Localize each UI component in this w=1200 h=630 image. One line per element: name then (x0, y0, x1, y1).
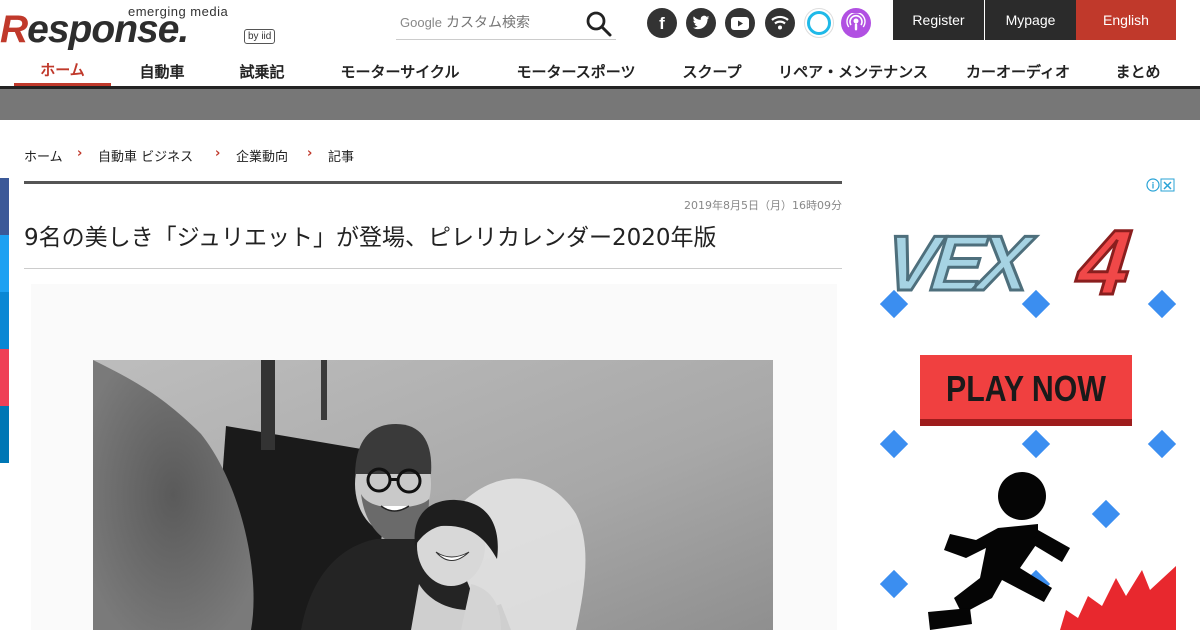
mypage-button[interactable]: Mypage (985, 0, 1076, 40)
article-date: 2019年8月5日（月）16時09分 (684, 199, 842, 212)
share-pocket-button[interactable] (0, 349, 9, 406)
article-title: 9名の美しき「ジュリエット」が登場、ピレリカレンダー2020年版 (24, 225, 717, 251)
ad-banner-placeholder (0, 89, 1200, 120)
breadcrumb-chevron-icon: › (77, 146, 83, 161)
facebook-icon[interactable]: f (647, 8, 677, 38)
breadcrumb-home[interactable]: ホーム (24, 146, 63, 165)
share-hatena-button[interactable] (0, 292, 9, 349)
nav-item-summary[interactable]: まとめ (1104, 56, 1172, 86)
search-icon[interactable] (585, 10, 613, 38)
youtube-icon[interactable] (725, 8, 755, 38)
logo-by-iid: by iid (244, 29, 276, 44)
article-photo[interactable] (31, 284, 837, 630)
article-photo-image (93, 360, 837, 630)
article-top-rule (24, 181, 842, 184)
google-label: Google (400, 15, 442, 30)
response-logo[interactable]: emerging media Response. by iid (0, 0, 290, 51)
site-header: emerging media Response. by iid Google f… (0, 0, 1200, 56)
breadcrumb-chevron-icon: › (307, 146, 313, 161)
svg-text:i: i (1152, 181, 1155, 191)
breadcrumb-auto-business[interactable]: 自動車 ビジネス (98, 146, 193, 165)
register-button[interactable]: Register (893, 0, 984, 40)
share-facebook-button[interactable] (0, 178, 9, 235)
nav-item-motorsports[interactable]: モータースポーツ (500, 56, 652, 86)
sidebar-ad[interactable]: i VEX 4 PLAY NOW (880, 178, 1176, 630)
search-input[interactable] (446, 12, 576, 34)
nav-item-motorcycle[interactable]: モーターサイクル (326, 56, 474, 86)
main-nav: ホーム 自動車 試乗記 モーターサイクル モータースポーツ スクープ リペア・メ… (0, 56, 1200, 89)
nav-item-test-drive[interactable]: 試乗記 (222, 56, 302, 86)
title-divider (24, 268, 842, 269)
nav-item-scoop[interactable]: スクープ (670, 56, 754, 86)
podcast-icon[interactable] (841, 8, 871, 38)
english-button[interactable]: English (1076, 0, 1176, 40)
vex4-logo: VEX (881, 219, 1039, 307)
vex4-ad-artwork: i VEX 4 PLAY NOW (880, 178, 1176, 630)
search-box: Google (396, 6, 616, 40)
nav-item-repair[interactable]: リペア・メンテナンス (772, 56, 934, 86)
rss-icon[interactable] (765, 8, 795, 38)
nav-item-car-audio[interactable]: カーオーディオ (956, 56, 1080, 86)
nav-item-home[interactable]: ホーム (14, 56, 111, 86)
svg-text:f: f (659, 14, 665, 33)
alexa-icon[interactable] (804, 8, 834, 38)
breadcrumb-corporate-news[interactable]: 企業動向 (236, 146, 288, 165)
breadcrumb-chevron-icon: › (215, 146, 221, 161)
runner-figure (928, 472, 1070, 630)
svg-text:4: 4 (1072, 210, 1136, 314)
logo-wordmark: Response. (0, 8, 189, 51)
twitter-icon[interactable] (686, 8, 716, 38)
share-linkedin-button[interactable] (0, 406, 9, 463)
share-twitter-button[interactable] (0, 235, 9, 292)
play-now-button[interactable]: PLAY NOW (946, 368, 1106, 409)
nav-item-cars[interactable]: 自動車 (122, 56, 202, 86)
breadcrumb-article: 記事 (328, 150, 355, 165)
